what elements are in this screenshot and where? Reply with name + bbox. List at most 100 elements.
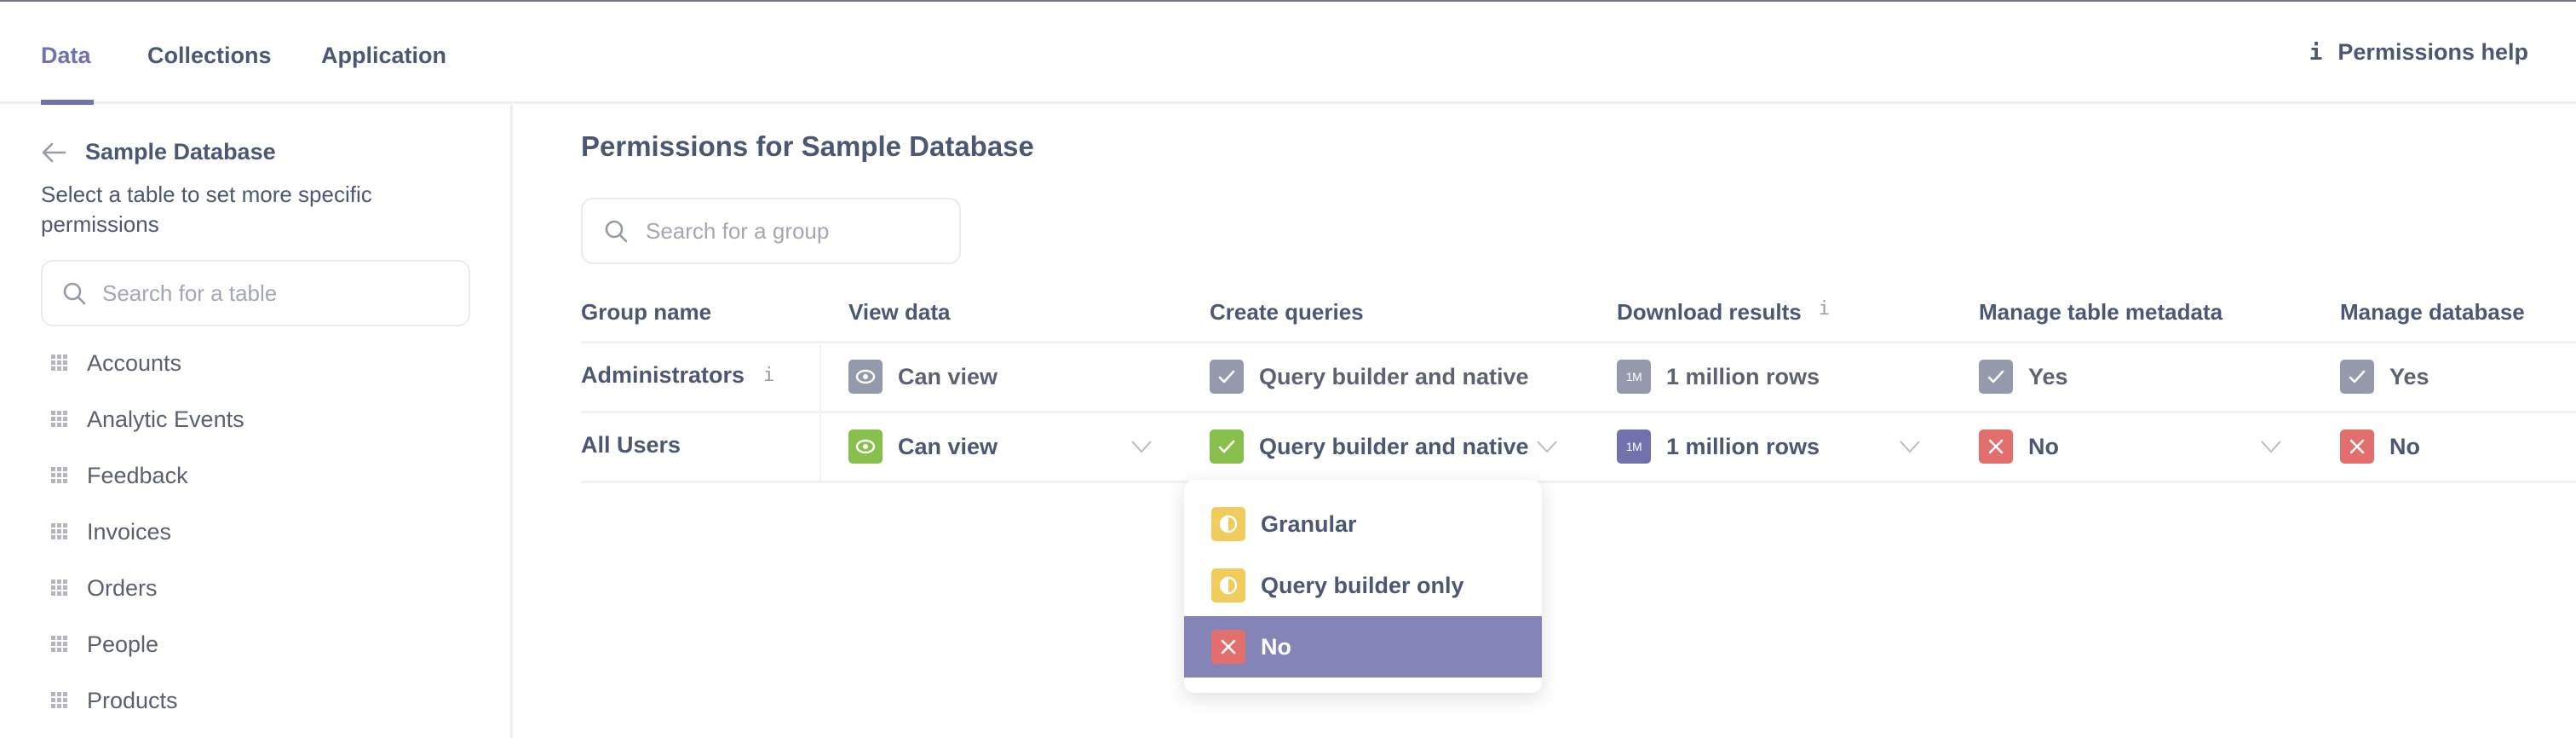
column-header-create-queries: Create queries: [1210, 299, 1364, 326]
chevron-down-icon[interactable]: [1899, 439, 1921, 454]
table-item-label: Orders: [87, 574, 158, 601]
permissions-help-label: Permissions help: [2337, 39, 2528, 65]
permission-value: 1 million rows: [1666, 363, 1820, 389]
chevron-down-icon[interactable]: [1130, 439, 1153, 454]
permission-value: Can view: [898, 433, 998, 459]
table-item-people[interactable]: People: [51, 616, 244, 672]
close-icon: [1979, 430, 2013, 464]
table-item-orders[interactable]: Orders: [51, 560, 244, 616]
option-label: No: [1261, 633, 1291, 660]
permission-value: Yes: [2028, 363, 2068, 389]
table-row-administrators: Administrators i Can view Query builder …: [581, 343, 2576, 413]
permission-value: 1 million rows: [1666, 433, 1820, 459]
column-header-label: View data: [848, 299, 951, 325]
table-item-accounts[interactable]: Accounts: [51, 335, 244, 391]
table-grid-icon: [51, 411, 68, 428]
table-item-label: People: [87, 631, 159, 657]
column-divider: [819, 343, 821, 411]
column-divider: [819, 413, 821, 481]
table-header-row: Group name View data Create queries Down…: [581, 284, 2576, 343]
tab-data[interactable]: Data: [41, 43, 91, 69]
eye-icon: [848, 430, 883, 464]
close-icon: [1211, 630, 1245, 664]
table-row-all-users: All Users Can view Query builder and nat…: [581, 413, 2576, 483]
option-granular[interactable]: Granular: [1184, 493, 1542, 555]
table-item-feedback[interactable]: Feedback: [51, 447, 244, 504]
table-item-label: Products: [87, 687, 178, 713]
column-header-view-data: View data: [848, 299, 950, 326]
permissions-header: Data Collections Application i Permissio…: [0, 2, 2576, 105]
table-item-label: Analytic Events: [87, 406, 244, 432]
manage-database-select[interactable]: No: [2340, 430, 2420, 464]
group-name-cell: All Users: [581, 432, 681, 458]
column-header-group-name: Group name: [581, 299, 711, 326]
check-icon: [2340, 360, 2374, 394]
back-to-databases-button[interactable]: Sample Database: [41, 139, 276, 165]
option-label: Granular: [1261, 510, 1357, 537]
info-icon: i: [2309, 39, 2323, 66]
chevron-down-icon[interactable]: [1536, 439, 1558, 454]
group-name-cell: Administrators i: [581, 362, 774, 389]
permissions-table: Group name View data Create queries Down…: [581, 284, 2576, 483]
column-header-manage-database: Manage database: [2340, 299, 2525, 326]
chevron-down-icon[interactable]: [2260, 439, 2282, 454]
table-item-analytic-events[interactable]: Analytic Events: [51, 391, 244, 447]
permission-value: Query builder and native: [1259, 363, 1529, 389]
view-data-select[interactable]: Can view: [848, 430, 998, 464]
tab-application[interactable]: Application: [321, 43, 446, 69]
eye-icon: [848, 360, 883, 394]
column-header-label: Download results: [1617, 299, 1802, 325]
permission-value: No: [2028, 433, 2059, 459]
partial-circle-icon: [1211, 507, 1245, 541]
check-icon: [1210, 430, 1244, 464]
permission-value: No: [2389, 433, 2420, 459]
column-header-label: Manage database: [2340, 299, 2525, 325]
permission-value: Query builder and native: [1259, 433, 1529, 459]
create-queries-cell: Query builder and native: [1210, 360, 1529, 394]
option-no[interactable]: No: [1184, 616, 1542, 677]
table-sidebar: Sample Database Select a table to set mo…: [0, 105, 513, 738]
create-queries-select[interactable]: Query builder and native: [1210, 430, 1529, 464]
column-header-label: Create queries: [1210, 299, 1364, 325]
sidebar-description: Select a table to set more specific perm…: [41, 182, 372, 237]
table-item-label: Feedback: [87, 462, 188, 488]
group-search-input[interactable]: [646, 217, 959, 245]
table-grid-icon: [51, 579, 68, 597]
permissions-help-link[interactable]: i Permissions help: [2309, 39, 2528, 66]
create-queries-dropdown: Granular Query builder only No: [1184, 480, 1542, 693]
table-item-label: Invoices: [87, 518, 172, 545]
column-header-label: Manage table metadata: [1979, 299, 2223, 325]
manage-database-cell: Yes: [2340, 360, 2429, 394]
info-icon[interactable]: i: [763, 365, 774, 386]
table-item-invoices[interactable]: Invoices: [51, 504, 244, 560]
table-grid-icon: [51, 692, 68, 709]
arrow-left-icon: [42, 142, 66, 162]
table-search[interactable]: [41, 260, 470, 326]
table-grid-icon: [51, 355, 68, 372]
view-data-cell: Can view: [848, 360, 998, 394]
column-header-download-results: Download results i: [1617, 298, 1830, 326]
manage-table-metadata-select[interactable]: No: [1979, 430, 2059, 464]
column-header-label: Group name: [581, 299, 712, 325]
table-grid-icon: [51, 467, 68, 484]
tab-collections[interactable]: Collections: [147, 43, 272, 69]
one-million-icon: 1M: [1617, 430, 1651, 464]
one-million-icon: 1M: [1617, 360, 1651, 394]
table-grid-icon: [51, 523, 68, 540]
search-icon: [63, 282, 86, 305]
check-icon: [1210, 360, 1244, 394]
close-icon: [2340, 430, 2374, 464]
option-query-builder-only[interactable]: Query builder only: [1184, 555, 1542, 616]
search-icon: [605, 220, 628, 243]
table-search-input[interactable]: [102, 280, 469, 307]
group-search[interactable]: [581, 198, 961, 264]
partial-circle-icon: [1211, 568, 1245, 603]
column-header-manage-table-metadata: Manage table metadata: [1979, 299, 2222, 326]
page-title: Permissions for Sample Database: [581, 130, 1034, 162]
info-icon[interactable]: i: [1819, 298, 1830, 320]
download-results-select[interactable]: 1M 1 million rows: [1617, 430, 1820, 464]
group-name: Administrators: [581, 362, 745, 388]
permission-value: Can view: [898, 363, 998, 389]
table-item-products[interactable]: Products: [51, 672, 244, 729]
table-list: Accounts Analytic Events Feedback Invoic…: [51, 335, 244, 729]
